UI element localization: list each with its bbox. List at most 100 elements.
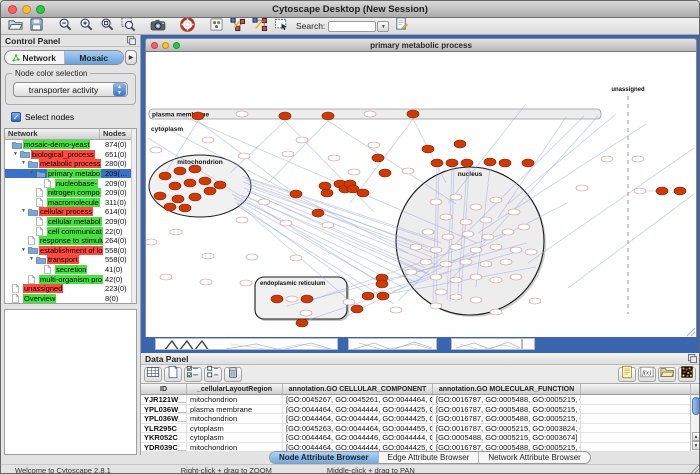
network-node[interactable] (480, 261, 492, 267)
column-header-3[interactable]: annotation.GO MOLECULAR_FUNCTION (433, 384, 581, 394)
layout-a-button[interactable] (227, 18, 249, 34)
zoom-region-button[interactable] (118, 18, 139, 34)
network-node[interactable] (200, 279, 212, 285)
network-node[interactable] (343, 299, 355, 305)
zoom-out-button[interactable] (55, 18, 76, 34)
network-canvas[interactable]: plasma membranecytoplasmmitochondrionnuc… (145, 52, 697, 337)
network-node[interactable] (450, 194, 462, 200)
save-button[interactable] (26, 18, 47, 34)
frame-minimize-button[interactable] (162, 42, 169, 49)
canvas-resize-grip[interactable] (687, 328, 695, 336)
network-node[interactable] (470, 204, 482, 210)
table-row[interactable]: YJR121W__1mitochondrion[GO:0045267, GO:0… (141, 395, 700, 405)
network-node[interactable] (460, 219, 472, 225)
table-scrollbar[interactable]: ▲ ▼ (690, 384, 700, 451)
tree-row-2[interactable]: ▼metabolic process280(0) (5, 159, 136, 169)
network-node[interactable] (282, 151, 294, 157)
select-attributes-button[interactable] (184, 367, 202, 382)
network-node[interactable] (328, 155, 340, 161)
selected-network-node[interactable] (154, 192, 166, 200)
network-node[interactable] (160, 274, 172, 280)
network-node[interactable] (348, 169, 360, 175)
tree-row-16[interactable]: Overview8(0) (5, 294, 136, 304)
network-node[interactable] (364, 111, 376, 117)
table-row[interactable]: YKR052Ccytoplasm[GO:0044464, GO:0044446,… (141, 433, 700, 443)
selected-network-node[interactable] (172, 195, 184, 203)
table-row[interactable]: YDR039C__1mitochondrion[GO:0044464, GO:0… (141, 443, 700, 452)
selected-network-node[interactable] (312, 209, 324, 217)
network-node[interactable] (286, 296, 298, 302)
selected-network-node[interactable] (271, 295, 283, 303)
delete-attribute-button[interactable] (224, 367, 242, 382)
selected-network-node[interactable] (674, 187, 686, 195)
network-node[interactable] (430, 274, 442, 280)
selected-network-node[interactable] (377, 292, 389, 300)
network-node[interactable] (322, 222, 334, 228)
network-node[interactable] (420, 259, 432, 265)
selected-network-node[interactable] (656, 187, 668, 195)
notes-button[interactable] (618, 367, 636, 382)
network-node[interactable] (462, 231, 474, 237)
scroll-up-button[interactable]: ▲ (692, 432, 700, 441)
zoom-window-button[interactable] (36, 5, 45, 14)
network-graph[interactable]: plasma membranecytoplasmmitochondrionnuc… (146, 52, 698, 337)
search-input[interactable] (328, 21, 376, 32)
tree-row-1[interactable]: ▼biological_process651(0) (5, 150, 136, 160)
tree-row-11[interactable]: ▼establishment of lo558(0) (5, 246, 136, 256)
palette-button[interactable] (206, 18, 227, 34)
network-node[interactable] (368, 142, 380, 148)
network-node[interactable] (510, 274, 522, 280)
network-node[interactable] (238, 153, 250, 159)
scrollbar-thumb[interactable] (692, 397, 700, 415)
tree-row-15[interactable]: unassigned223(0) (5, 284, 136, 294)
network-node[interactable] (442, 234, 454, 240)
disclosure-triangle-icon[interactable]: ▼ (29, 169, 36, 178)
network-node[interactable] (435, 289, 447, 295)
network-node[interactable] (525, 249, 537, 255)
network-node[interactable] (430, 199, 442, 205)
tree-row-12[interactable]: ▼transport558(0) (5, 255, 136, 265)
selected-network-node[interactable] (407, 110, 419, 118)
network-node[interactable] (430, 303, 442, 309)
selected-network-node[interactable] (159, 172, 171, 180)
selected-network-node[interactable] (499, 159, 511, 167)
selected-network-node[interactable] (351, 305, 363, 313)
window-titlebar[interactable]: Cytoscape Desktop (New Session) (1, 1, 699, 18)
more-tabs-button[interactable]: ▶ (125, 50, 137, 65)
network-node[interactable] (202, 137, 214, 143)
background-window-fragment[interactable] (451, 338, 522, 350)
selected-network-node[interactable] (279, 112, 291, 120)
selected-network-node[interactable] (189, 193, 201, 201)
network-node[interactable] (450, 294, 462, 300)
network-node[interactable] (480, 217, 492, 223)
camera-button[interactable] (147, 18, 169, 34)
network-node[interactable] (410, 244, 422, 250)
selected-network-node[interactable] (296, 319, 308, 327)
tab-network-attribute-browser[interactable]: Network Attribute Browser (479, 452, 589, 463)
float-data-panel-icon[interactable] (688, 354, 697, 363)
zoom-in-button[interactable] (76, 18, 97, 34)
selected-network-node[interactable] (174, 167, 186, 175)
network-node[interactable] (236, 217, 248, 223)
network-node[interactable] (240, 280, 252, 286)
selected-network-node[interactable] (446, 159, 458, 167)
selected-network-node[interactable] (179, 204, 191, 212)
layout-b-button[interactable] (249, 18, 271, 34)
network-node[interactable] (390, 307, 402, 313)
tree-row-5[interactable]: nitrogen compo209(0) (5, 188, 136, 198)
selected-network-node[interactable] (319, 182, 331, 190)
tree-row-6[interactable]: macromolecule311(0) (5, 198, 136, 208)
selected-network-node[interactable] (290, 190, 302, 198)
tree-scrollbar[interactable] (131, 129, 136, 303)
frame-close-button[interactable] (151, 42, 158, 49)
network-node[interactable] (601, 156, 613, 162)
table-row[interactable]: YPL036W__1mitochondrion[GO:0044464, GO:0… (141, 414, 700, 424)
network-node[interactable] (246, 254, 258, 260)
minimize-window-button[interactable] (22, 5, 31, 14)
selected-network-node[interactable] (214, 181, 226, 189)
network-node[interactable] (490, 309, 502, 315)
scroll-down-button[interactable]: ▼ (692, 441, 700, 450)
zoom-fit-button[interactable] (97, 18, 118, 34)
network-node[interactable] (150, 147, 162, 153)
network-node[interactable] (146, 239, 157, 245)
